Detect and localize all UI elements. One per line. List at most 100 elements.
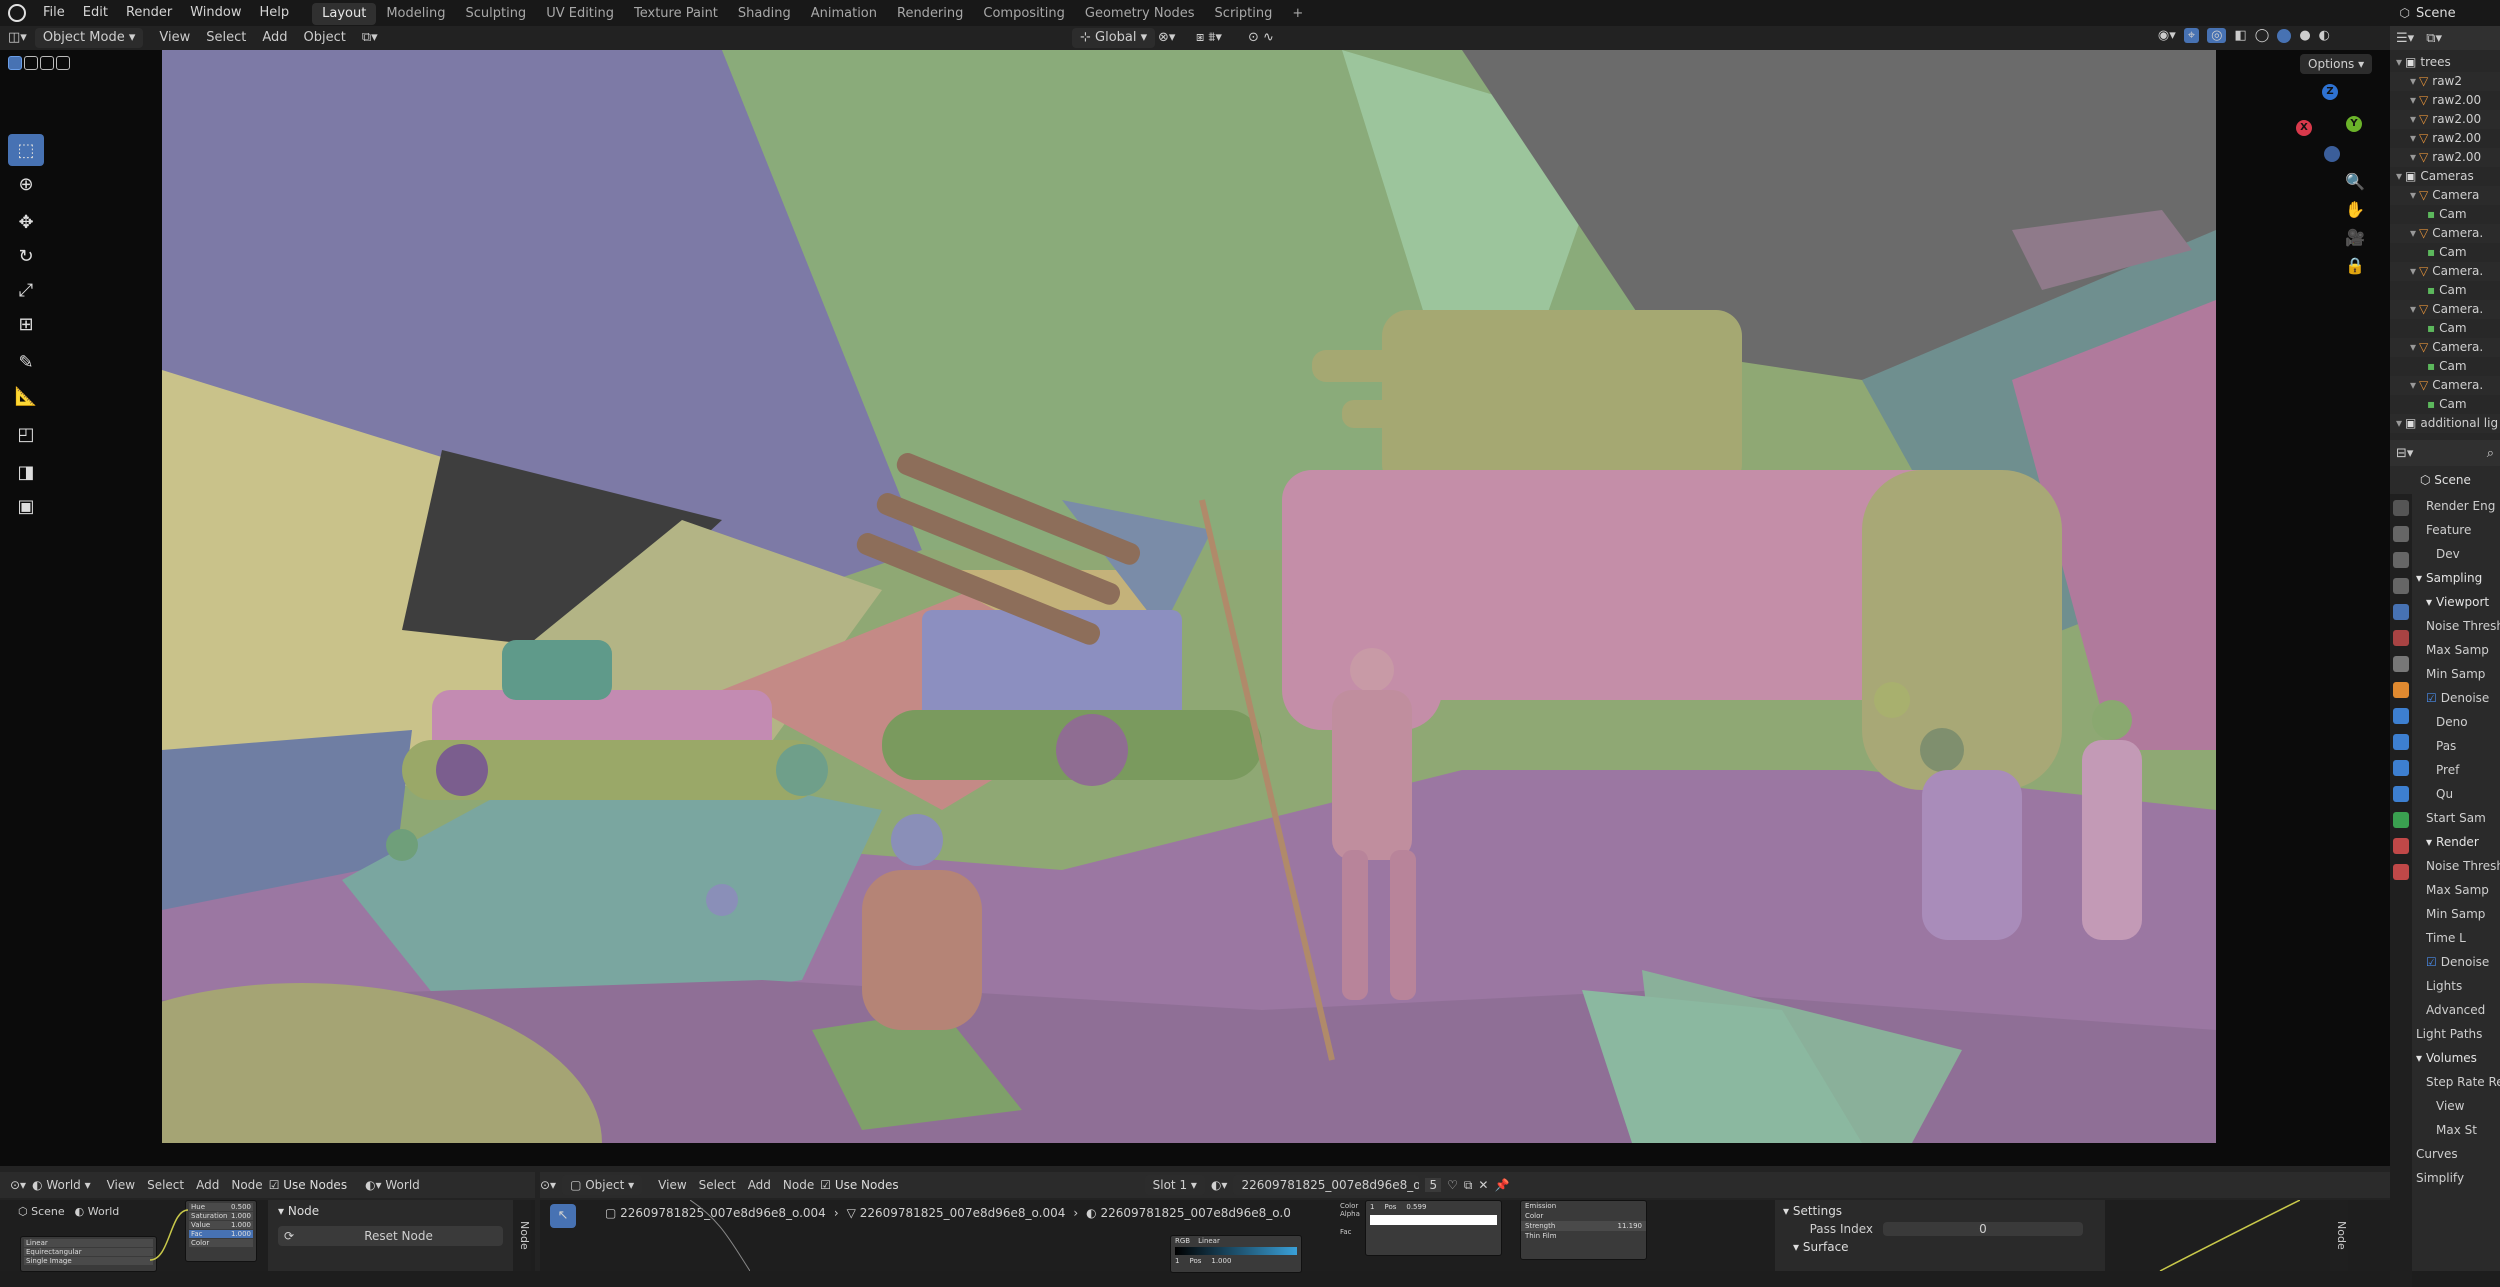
hsv-node-row[interactable]: Saturation 1.000: [189, 1212, 253, 1220]
disclosure-icon[interactable]: ▾: [2426, 835, 2432, 849]
zoom-icon[interactable]: 🔍: [2345, 168, 2365, 196]
properties-row[interactable]: Dev: [2412, 542, 2500, 566]
outliner-row[interactable]: ▾ ▽ raw2.00: [2390, 148, 2500, 167]
disclosure-icon[interactable]: ▾: [2396, 169, 2402, 183]
node-editor-type-icon[interactable]: ⊙▾: [10, 1178, 26, 1192]
shader-use-nodes-checkbox[interactable]: ☑ Use Nodes: [820, 1178, 898, 1192]
disclosure-icon[interactable]: ▾: [2410, 112, 2416, 126]
fake-user-icon[interactable]: ♡: [1447, 1178, 1458, 1192]
z-axis-icon[interactable]: Z: [2322, 84, 2338, 100]
disclosure-icon[interactable]: ▾: [2410, 302, 2416, 316]
emission-node[interactable]: Emission Color Strength 11.190 Thin Film: [1520, 1200, 1647, 1260]
tool-tab-icon[interactable]: [2393, 500, 2409, 516]
outliner-row[interactable]: ▾ ▽ raw2.00: [2390, 110, 2500, 129]
world-node-menu-node[interactable]: Node: [231, 1178, 262, 1192]
proportional-edit-icon[interactable]: ⊙ ∿: [1240, 28, 1282, 48]
output-tab-icon[interactable]: [2393, 552, 2409, 568]
workspace-tab-texture-paint[interactable]: Texture Paint: [624, 3, 728, 25]
world-node-menu-view[interactable]: View: [107, 1178, 135, 1192]
select-box-tool[interactable]: ⬚: [8, 134, 44, 166]
breadcrumb-material[interactable]: ◐ 22609781825_007e8d96e8_o.0: [1086, 1206, 1291, 1220]
object-tab-icon[interactable]: [2393, 682, 2409, 698]
snap-icon[interactable]: ⧆ ⩩▾: [1188, 28, 1230, 48]
disclosure-icon[interactable]: ▾: [2410, 264, 2416, 278]
properties-row[interactable]: Max Samp: [2412, 878, 2500, 902]
world-node-menu-add[interactable]: Add: [196, 1178, 219, 1192]
properties-row[interactable]: Noise Thresh: [2412, 854, 2500, 878]
particles-tab-icon[interactable]: [2393, 734, 2409, 750]
transform-tool[interactable]: ⊞: [8, 308, 44, 340]
solid-shading-icon[interactable]: [2277, 28, 2292, 43]
outliner-row[interactable]: ▪ Cam: [2390, 205, 2500, 224]
outliner-row[interactable]: ▪ Cam: [2390, 319, 2500, 338]
properties-row[interactable]: Time L: [2412, 926, 2500, 950]
disclosure-icon[interactable]: ▾: [2410, 93, 2416, 107]
shader-select-tool[interactable]: ↖: [550, 1204, 576, 1228]
overlay-icon[interactable]: ◎: [2207, 28, 2227, 43]
hsv-node-row[interactable]: Value 1.000: [189, 1221, 253, 1229]
disclosure-icon[interactable]: ▾: [2396, 55, 2402, 69]
texture-tab-icon[interactable]: [2393, 864, 2409, 880]
workspace-tab-geometry-nodes[interactable]: Geometry Nodes: [1075, 3, 1205, 25]
pin-icon[interactable]: 📌: [1494, 1178, 1509, 1192]
properties-row[interactable]: Deno: [2412, 710, 2500, 734]
hsv-node-row[interactable]: Fac 1.000: [189, 1230, 253, 1238]
outliner-row[interactable]: ▪ Cam: [2390, 243, 2500, 262]
outliner-row[interactable]: ▾ ▽ raw2.00: [2390, 129, 2500, 148]
workspace-tab-scripting[interactable]: Scripting: [1205, 3, 1283, 25]
mode-dropdown[interactable]: Object Mode ▾: [34, 28, 144, 48]
properties-editor-icon[interactable]: ⊟▾: [2396, 446, 2413, 461]
disclosure-icon[interactable]: ▾: [2410, 188, 2416, 202]
disclosure-icon[interactable]: ▾: [2410, 340, 2416, 354]
outliner-row[interactable]: ▾ ▣ Cameras: [2390, 167, 2500, 186]
add-cube-tool[interactable]: ◰: [8, 418, 44, 450]
properties-row[interactable]: ☑ Denoise: [2412, 686, 2500, 710]
reset-node-button[interactable]: ⟳ Reset Node: [278, 1226, 503, 1246]
pass-index-field[interactable]: 0: [1883, 1222, 2083, 1236]
workspace-tab-add[interactable]: +: [1282, 3, 1313, 25]
env-node-option[interactable]: Equirectangular: [24, 1248, 153, 1256]
properties-row[interactable]: Step Rate Ren: [2412, 1070, 2500, 1094]
properties-row[interactable]: Curves: [2412, 1142, 2500, 1166]
shader-node-side-tab[interactable]: Node: [2330, 1200, 2348, 1271]
color-ramp-node[interactable]: RGB Linear 1 Pos 1.000: [1170, 1235, 1302, 1273]
data-tab-icon[interactable]: [2393, 812, 2409, 828]
shader-node-menu-add[interactable]: Add: [748, 1178, 771, 1192]
disclosure-icon[interactable]: ▾: [2410, 150, 2416, 164]
outliner-row[interactable]: ▪ Cam: [2390, 281, 2500, 300]
select-subtract-icon[interactable]: [40, 56, 54, 70]
camera-view-icon[interactable]: 🎥: [2345, 224, 2365, 252]
shader-node-menu-node[interactable]: Node: [783, 1178, 814, 1192]
properties-row[interactable]: Min Samp: [2412, 662, 2500, 686]
outliner-row[interactable]: ▾ ▽ Camera: [2390, 186, 2500, 205]
checkbox-icon[interactable]: ☑: [2426, 691, 2437, 705]
outliner-row[interactable]: ▾ ▽ Camera.: [2390, 376, 2500, 395]
blender-logo-icon[interactable]: [8, 4, 26, 22]
material-tab-icon[interactable]: [2393, 838, 2409, 854]
navigation-gizmo[interactable]: Z Y X: [2290, 80, 2370, 162]
disclosure-icon[interactable]: ▾: [2416, 1051, 2422, 1065]
workspace-tab-shading[interactable]: Shading: [728, 3, 801, 25]
color-ramp-node-2[interactable]: 1 Pos 0.599: [1365, 1200, 1502, 1256]
constraints-tab-icon[interactable]: [2393, 786, 2409, 802]
physics-tab-icon[interactable]: [2393, 760, 2409, 776]
outliner-row[interactable]: ▾ ▽ Camera.: [2390, 300, 2500, 319]
viewport-menu-add[interactable]: Add: [254, 28, 295, 48]
disclosure-icon[interactable]: ▾: [2410, 131, 2416, 145]
breadcrumb-world[interactable]: ◐ World: [75, 1205, 120, 1218]
neg-z-axis-icon[interactable]: [2324, 146, 2340, 162]
env-node-option[interactable]: Single Image: [24, 1257, 153, 1265]
view-layer-tab-icon[interactable]: [2393, 578, 2409, 594]
outliner-editor-icon[interactable]: ☰▾: [2396, 31, 2414, 46]
properties-row[interactable]: Render Eng: [2412, 494, 2500, 518]
viewport-menu-object[interactable]: Object: [296, 28, 354, 48]
workspace-tab-uv-editing[interactable]: UV Editing: [536, 3, 624, 25]
properties-row[interactable]: Start Sam: [2412, 806, 2500, 830]
properties-row[interactable]: ▾ Volumes: [2412, 1046, 2500, 1070]
outliner-row[interactable]: ▾ ▣ additional lig: [2390, 414, 2500, 433]
shader-node-menu-view[interactable]: View: [658, 1178, 686, 1192]
workspace-tab-rendering[interactable]: Rendering: [887, 3, 973, 25]
disclosure-icon[interactable]: ▾: [2410, 378, 2416, 392]
select-intersect-icon[interactable]: [56, 56, 70, 70]
shader-editor-type-icon[interactable]: ⊙▾: [540, 1178, 556, 1192]
